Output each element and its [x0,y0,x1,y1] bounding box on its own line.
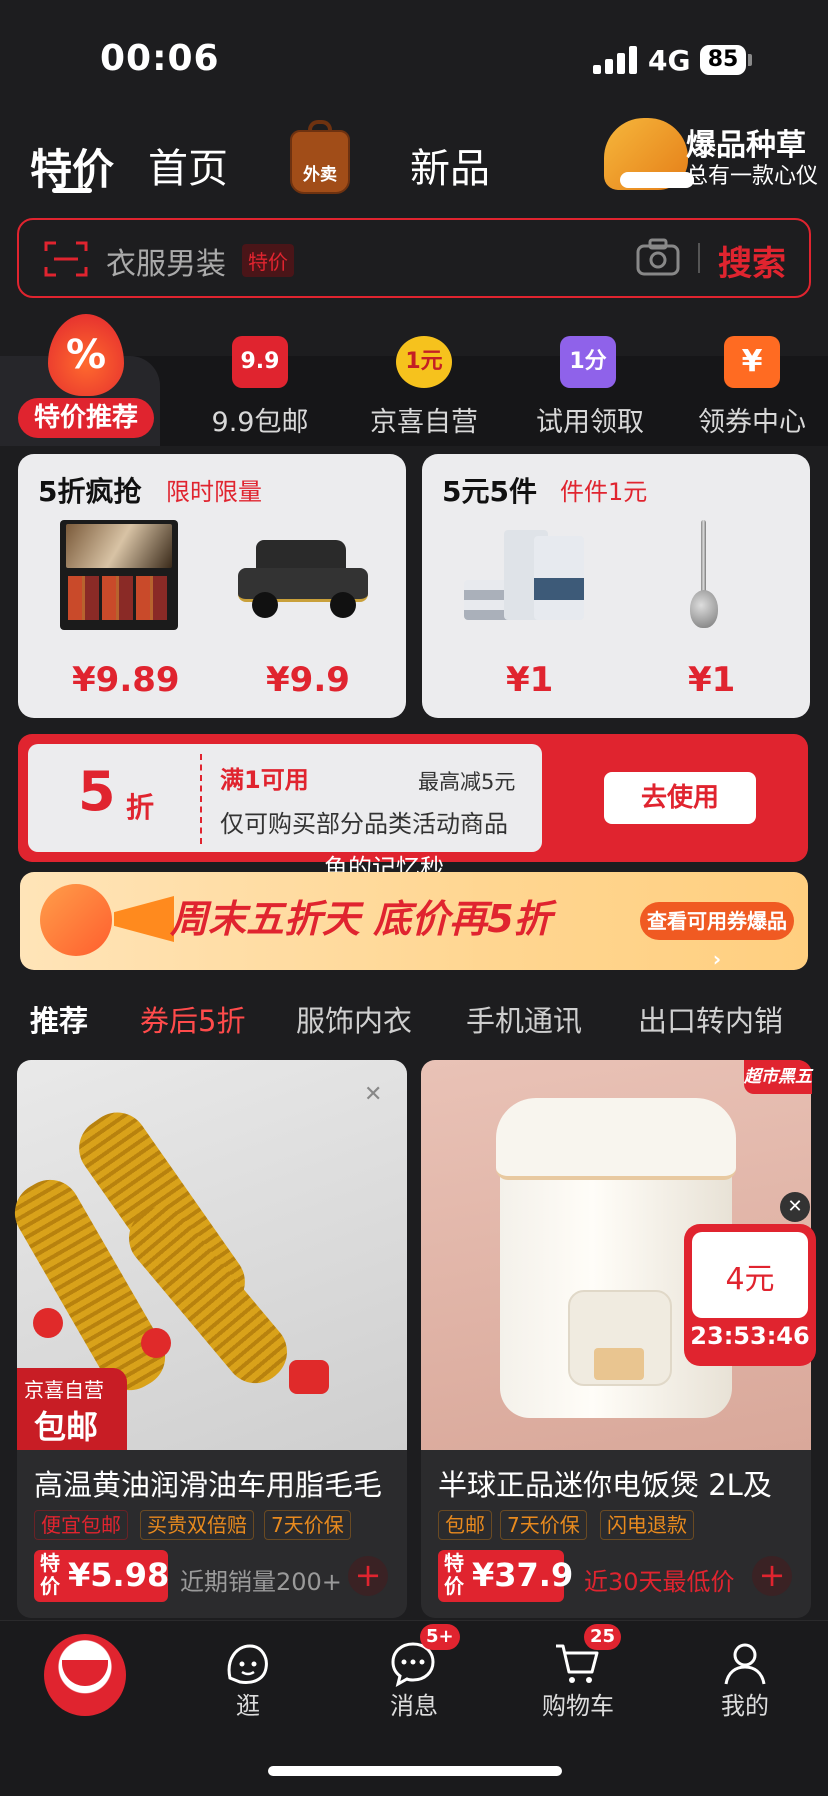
product-title[interactable]: 高温黄油润滑油车用脂毛毛 [34,1462,396,1504]
product-tag: 7天价保 [500,1510,587,1540]
tab-me[interactable]: 我的 [695,1686,795,1721]
message-badge: 5+ [420,1624,460,1650]
search-input[interactable]: 衣服男装 [106,239,226,283]
rice-cooker-button [594,1348,644,1380]
supermarket-tag: 超市黑五 [744,1060,812,1094]
tab-new[interactable]: 新品 [410,136,490,194]
deal-price: ¥9.9 [266,660,350,700]
deal-price: ¥1 [506,660,554,700]
scan-icon[interactable] [44,239,88,279]
price-label: 特价 [444,1551,464,1598]
category-shiyong-lingqu[interactable]: 试用领取 [510,400,670,439]
feed-tab-phones[interactable]: 手机通讯 [466,998,582,1040]
deal-subtitle: 限时限量 [166,478,262,506]
deal-price: ¥9.89 [72,660,180,700]
category-jingxi-ziying[interactable]: 京喜自营 [344,400,504,439]
product-image-palette[interactable] [60,520,178,630]
battery-tip [748,54,752,66]
face-icon[interactable] [222,1638,272,1688]
banner-button[interactable]: 查看可用券爆品 › [640,902,794,971]
network-type: 4G [648,44,691,77]
search-tag: 特价 [242,244,294,277]
product-image-spoon[interactable] [688,520,718,634]
flash-timer: 23:53:46 [690,1322,810,1350]
home-indicator [268,1766,562,1776]
flash-price: 4元 [725,1262,775,1297]
price-label: 特价 [40,1551,60,1598]
close-icon[interactable]: ✕ [780,1192,810,1222]
bag-9.9-icon[interactable]: 9.9 [232,336,288,388]
add-to-cart-button[interactable]: + [752,1556,792,1596]
use-coupon-button[interactable]: 去使用 [604,772,756,824]
rice-cooker-lid [496,1098,736,1180]
product-tag: 买贵双倍赔 [140,1510,254,1540]
search-button[interactable]: 搜索 [718,236,786,285]
price-note: 近30天最低价 [584,1568,735,1596]
coupon-discount: 5 [78,760,116,823]
feed-tab-export[interactable]: 出口转内销 [638,998,783,1040]
badge-1yuan-icon[interactable]: 1元 [396,336,452,388]
product-tag: 闪电退款 [600,1510,694,1540]
coupon-discount-unit: 折 [126,791,155,824]
battery-icon: 85 [700,45,746,75]
coupon-description: 仅可购买部分品类活动商品 [220,810,508,838]
bag-1fen-icon[interactable]: 1分 [560,336,616,388]
deal-title: 5元5件 [442,475,537,508]
feed-tab-half-price[interactable]: 券后5折 [140,998,245,1040]
product-tag: 便宜包邮 [34,1510,128,1540]
close-icon[interactable]: ✕ [364,1082,382,1107]
tab-home[interactable]: 首页 [148,136,228,194]
deal-price: ¥1 [688,660,736,700]
category-9.9-baoyou[interactable]: 9.9包邮 [180,400,340,439]
deal-title: 5折疯抢 [38,475,142,508]
category-lingquan-zhongxin[interactable]: 领券中心 [672,400,828,439]
product-tag: 包邮 [438,1510,492,1540]
banner-text: 周末五折天 底价再5折 [170,897,552,941]
sales-note: 近期销量200+ [180,1568,342,1596]
coupon-yen-icon[interactable]: ¥ [724,336,780,388]
feed-tab-apparel[interactable]: 服饰内衣 [296,998,412,1040]
cart-badge: 25 [584,1624,622,1650]
user-icon[interactable] [720,1638,770,1688]
jingxi-badge-bottom: 包邮 [34,1408,99,1446]
flame-percent-glyph: % [65,332,107,378]
jingxi-badge-top: 京喜自营 [24,1378,104,1402]
takeout-label[interactable]: 外卖 [292,160,348,185]
signal-icon [593,46,637,74]
status-time: 00:06 [100,38,220,79]
product-image-towels[interactable] [464,530,584,626]
camera-icon[interactable] [636,238,680,276]
tab-cart[interactable]: 购物车 [528,1686,628,1721]
promo-subtitle[interactable]: 总有一款心仪 [686,158,818,190]
tab-guang[interactable]: 逛 [198,1686,298,1721]
product-title[interactable]: 半球正品迷你电饭煲 2L及 [438,1462,800,1504]
coupon-divider [200,754,202,844]
sneaker-sole [620,172,694,188]
product-image-toy-car[interactable] [238,540,368,618]
add-to-cart-button[interactable]: + [348,1556,388,1596]
tab-messages[interactable]: 消息 [364,1686,464,1721]
product-price: ¥5.98 [68,1556,170,1594]
feed-tab-recommend[interactable]: 推荐 [30,998,88,1040]
category-tejia-tuijian[interactable]: 特价推荐 [18,398,154,438]
search-divider [698,243,700,273]
tab-active-indicator [52,188,92,193]
coupon-max: 最高减5元 [418,770,516,794]
deal-subtitle: 件件1元 [560,478,648,506]
product-price: ¥37.9 [472,1556,574,1594]
mascot-icon [40,884,112,956]
product-tag: 7天价保 [264,1510,351,1540]
coupon-condition: 满1可用 [220,766,309,794]
